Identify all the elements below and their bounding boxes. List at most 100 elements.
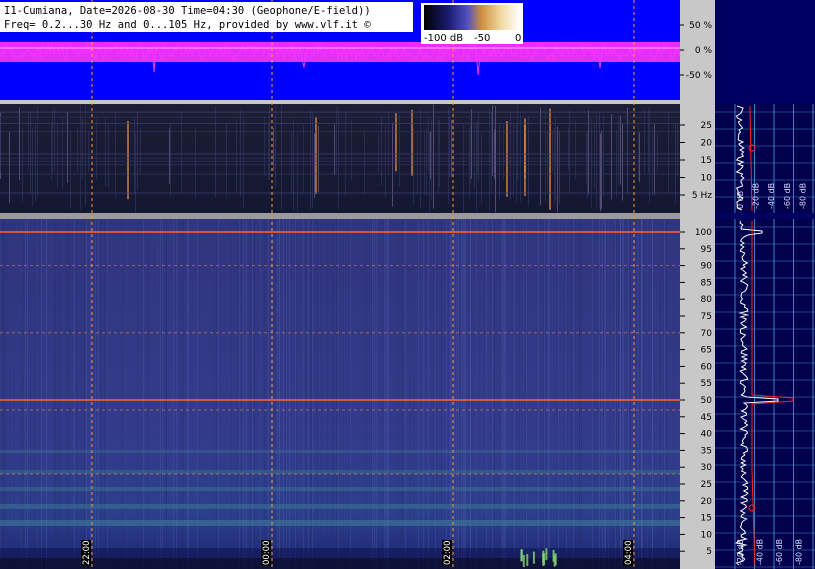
high-streak — [182, 219, 183, 569]
high-streak — [6, 219, 7, 569]
high-y-tick-label: 35 — [701, 446, 712, 456]
low-streak — [528, 128, 529, 200]
high-streak — [265, 219, 266, 569]
high-streak — [160, 219, 161, 569]
high-y-tick-label: 45 — [701, 413, 712, 423]
high-streak — [464, 219, 465, 569]
high-streak — [20, 219, 21, 569]
high-streak — [371, 219, 372, 569]
low-band — [0, 131, 680, 133]
high-streak — [30, 219, 31, 569]
side-db-label: -40 dB — [767, 183, 776, 209]
high-streak — [57, 219, 58, 569]
low-streak — [559, 129, 560, 204]
high-burst — [543, 553, 546, 566]
high-streak — [615, 219, 616, 569]
high-streak — [641, 219, 642, 569]
high-streak — [310, 219, 311, 569]
panel-divider-2 — [0, 213, 680, 219]
high-streak — [540, 219, 541, 569]
high-burst — [526, 553, 529, 566]
high-y-tick-label: 80 — [701, 295, 713, 305]
low-streak — [381, 126, 382, 186]
high-streak — [638, 219, 639, 569]
low-streak — [51, 122, 52, 180]
high-streak — [317, 219, 318, 569]
low-streak — [470, 125, 471, 184]
high-streak — [41, 219, 42, 569]
high-streak — [77, 219, 78, 569]
high-streak — [642, 219, 643, 569]
low-streak — [318, 125, 319, 192]
low-streak — [555, 115, 556, 201]
low-band — [0, 193, 680, 195]
high-streak — [268, 219, 269, 569]
high-band — [0, 450, 680, 453]
side-db-label: -60 dB — [783, 183, 792, 209]
time-label: 04:00 — [624, 541, 634, 566]
high-streak — [137, 219, 138, 569]
high-y-tick-label: 100 — [695, 228, 712, 238]
high-streak — [596, 219, 597, 569]
low-streak — [134, 117, 135, 189]
high-streak — [567, 219, 568, 569]
high-streak — [249, 219, 250, 569]
high-y-tick-label: 70 — [701, 329, 713, 339]
high-streak — [454, 219, 455, 569]
high-streak — [54, 219, 55, 569]
high-streak — [260, 219, 261, 569]
high-streak — [74, 219, 75, 569]
low-streak — [429, 131, 430, 213]
high-burst — [532, 551, 535, 564]
high-streak — [98, 219, 99, 569]
side-db-label: -80 dB — [798, 183, 807, 209]
low-streak — [477, 121, 478, 175]
high-streak — [396, 219, 397, 569]
low-streak — [57, 122, 58, 189]
low-streak — [675, 123, 676, 189]
low-streak — [426, 128, 427, 196]
high-streak — [629, 219, 630, 569]
low-streak — [517, 104, 518, 181]
high-streak — [441, 219, 442, 569]
high-streak — [516, 219, 517, 569]
high-streak — [283, 219, 284, 569]
high-streak — [277, 219, 278, 569]
low-streak — [569, 133, 570, 194]
high-y-tick-label: 15 — [701, 514, 712, 524]
low-streak — [463, 125, 464, 213]
time-label: 02:00 — [443, 541, 453, 566]
low-streak — [438, 118, 439, 194]
low-streak — [638, 125, 639, 181]
high-y-tick-label: 60 — [701, 362, 713, 372]
low-streak — [471, 109, 472, 180]
high-streak — [558, 219, 559, 569]
high-streak — [620, 219, 621, 569]
high-streak — [652, 219, 653, 569]
low-streak — [449, 109, 450, 178]
low-streak — [616, 129, 617, 198]
high-burst — [552, 549, 555, 562]
high-streak — [409, 219, 410, 569]
low-streak — [19, 107, 20, 181]
low-streak — [268, 121, 269, 180]
high-streak — [402, 219, 403, 569]
high-streak — [76, 219, 77, 569]
high-streak — [519, 219, 520, 569]
waveform-y-tick-label: -50 % — [686, 71, 713, 81]
high-streak — [264, 219, 265, 569]
high-streak — [140, 219, 141, 569]
high-streak — [463, 219, 464, 569]
high-burst — [554, 553, 557, 566]
high-y-tick-label: 5 — [706, 547, 712, 557]
high-streak — [21, 219, 22, 569]
high-y-tick-label: 90 — [701, 262, 713, 272]
colorbar-label-min: -100 dB — [424, 33, 463, 44]
high-streak — [664, 219, 665, 569]
high-streak — [279, 219, 280, 569]
low-streak — [568, 127, 569, 171]
low-band — [0, 116, 680, 118]
high-streak — [603, 219, 604, 569]
high-streak — [446, 219, 447, 569]
high-streak — [173, 219, 174, 569]
